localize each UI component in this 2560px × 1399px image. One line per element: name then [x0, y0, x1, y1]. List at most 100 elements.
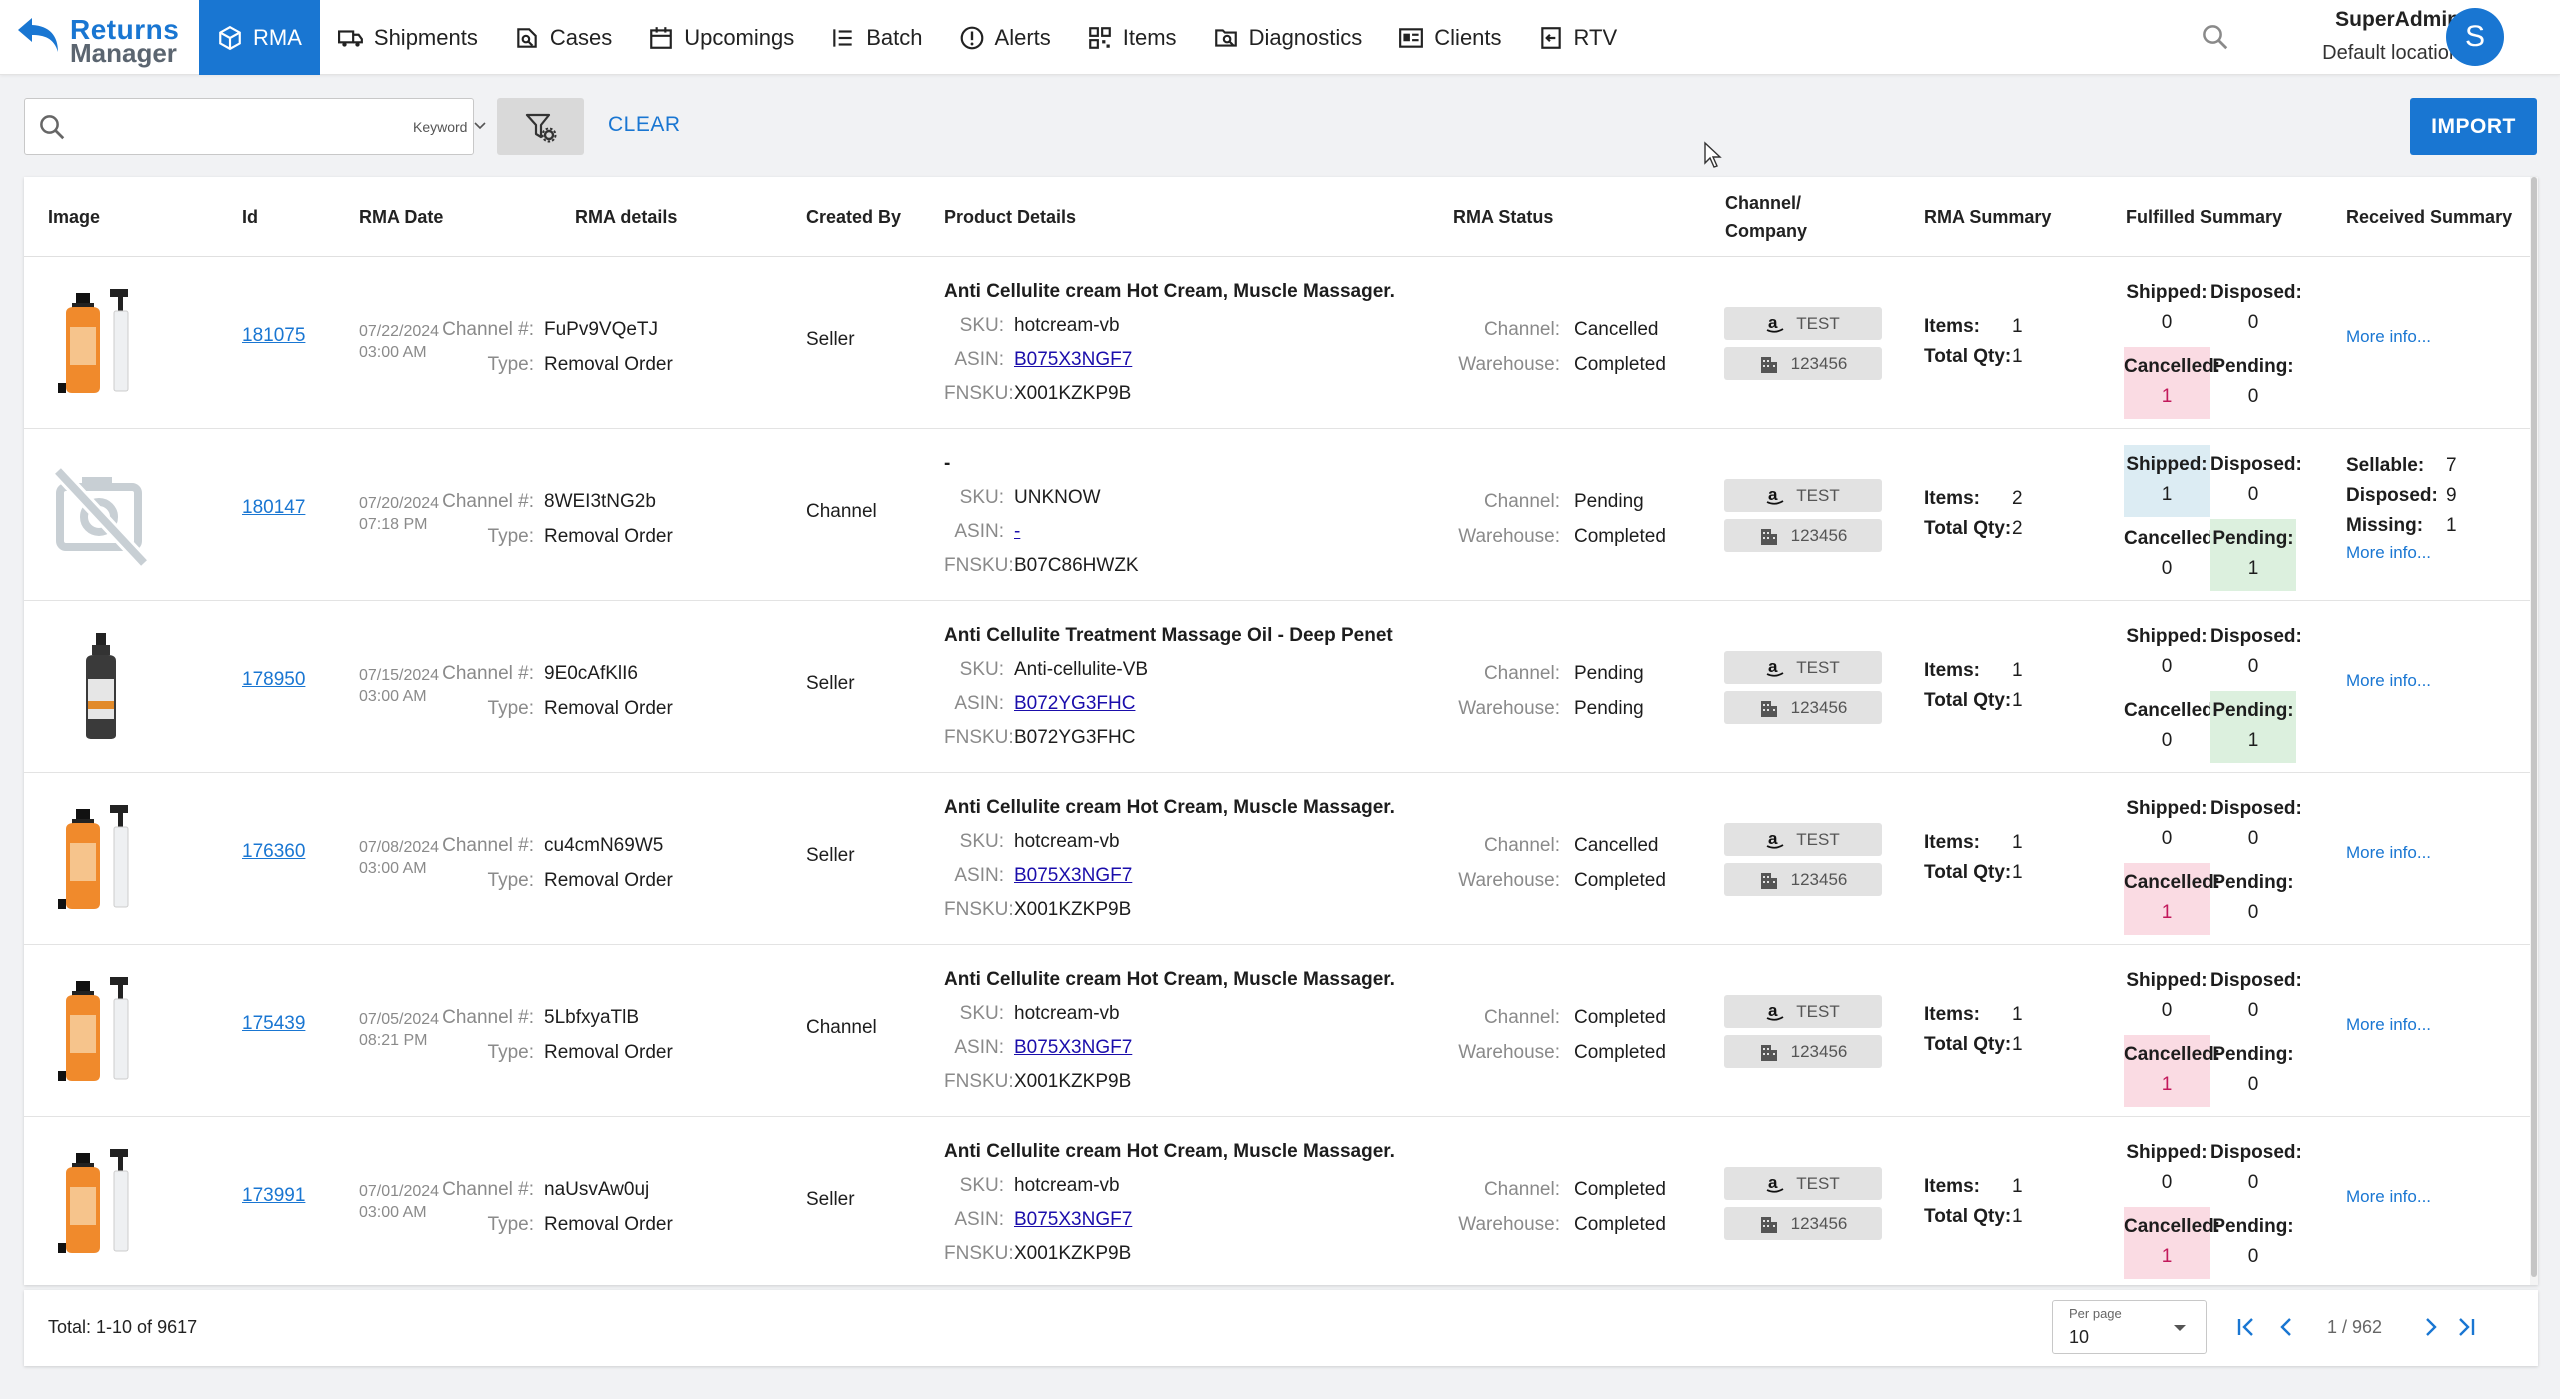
asin-link[interactable]: B072YG3FHC [1014, 687, 1135, 721]
rma-id-link[interactable]: 176360 [242, 841, 305, 863]
clear-button[interactable]: CLEAR [608, 113, 681, 137]
rma-id-link[interactable]: 181075 [242, 325, 305, 347]
rma-id-link[interactable]: 178950 [242, 669, 305, 691]
product-details: - SKU: UNKNOW ASIN: - FNSKU: B07C86HWZK [944, 447, 1394, 583]
col-channel[interactable]: Channel/ [1725, 190, 1801, 217]
col-id[interactable]: Id [242, 204, 258, 231]
more-info-link[interactable]: More info... [2346, 1187, 2431, 1207]
channel-chip: a TEST [1724, 651, 1882, 684]
disposed-label: Disposed: [2210, 626, 2302, 647]
more-info-link[interactable]: More info... [2346, 671, 2431, 691]
table-row[interactable]: 173991 07/01/2024 03:00 AM Channel #: naU… [24, 1117, 2538, 1285]
product-image[interactable] [52, 1147, 152, 1257]
asin-link[interactable]: B075X3NGF7 [1014, 859, 1132, 893]
shipped-box: Shipped: 1 [2124, 445, 2210, 517]
table-row[interactable]: 181075 07/22/2024 03:00 AM Channel #: FuP… [24, 257, 2538, 429]
rma-id-link[interactable]: 173991 [242, 1185, 305, 1207]
filter-settings-button[interactable] [497, 98, 584, 155]
channel-chip: a TEST [1724, 1167, 1882, 1200]
nav-item-shipments[interactable]: Shipments [320, 0, 496, 75]
channel-status: Completed [1574, 1179, 1666, 1200]
product-image[interactable] [52, 287, 152, 397]
col-rma-summary[interactable]: RMA Summary [1924, 204, 2051, 231]
col-fulfilled-summary[interactable]: Fulfilled Summary [2126, 204, 2282, 231]
next-page-button[interactable] [2415, 1312, 2445, 1342]
more-info-link[interactable]: More info... [2346, 843, 2431, 863]
box-icon [219, 25, 241, 50]
search-input[interactable] [77, 109, 377, 145]
company-id: 123456 [1790, 1041, 1848, 1061]
table-row[interactable]: 180147 07/20/2024 07:18 PM Channel #: 8WE… [24, 429, 2538, 601]
created-by: Seller [806, 329, 855, 350]
col-rma-status[interactable]: RMA Status [1453, 204, 1553, 231]
asin-link[interactable]: B075X3NGF7 [1014, 1031, 1132, 1065]
page-indicator: 1 / 962 [2327, 1317, 2383, 1337]
more-info-link[interactable]: More info... [2346, 1015, 2431, 1035]
asin-link[interactable]: B075X3NGF7 [1014, 1203, 1132, 1237]
col-company[interactable]: Company [1725, 218, 1807, 245]
nav-item-batch[interactable]: Batch [812, 0, 940, 75]
search-mode-select[interactable]: Keyword [413, 119, 467, 135]
asin-link[interactable]: B075X3NGF7 [1014, 343, 1132, 377]
user-location[interactable]: Default location [2280, 42, 2460, 65]
sku-label: SKU: [959, 659, 1004, 680]
nav-item-rma[interactable]: RMA [199, 0, 320, 75]
pending-value: 0 [2247, 1074, 2259, 1095]
product-image[interactable] [52, 975, 152, 1085]
col-product-details[interactable]: Product Details [944, 204, 1076, 231]
shipped-value: 0 [2161, 1172, 2173, 1193]
cancelled-value: 0 [2161, 730, 2173, 751]
table-row[interactable]: 175439 07/05/2024 08:21 PM Channel #: 5Lb… [24, 945, 2538, 1117]
table-row[interactable]: 178950 07/15/2024 03:00 AM Channel #: 9E0… [24, 601, 2538, 773]
app-logo[interactable]: Returns Manager [14, 10, 194, 68]
nav-item-alerts[interactable]: Alerts [941, 0, 1069, 75]
amazon-icon: a [1766, 486, 1784, 505]
nav-item-diagnostics[interactable]: Diagnostics [1195, 0, 1381, 75]
pending-value: 0 [2247, 902, 2259, 923]
user-name[interactable]: SuperAdmin [2300, 8, 2460, 32]
col-rma-date[interactable]: RMA Date [359, 204, 443, 231]
rma-id-link[interactable]: 180147 [242, 497, 305, 519]
table-row[interactable]: 176360 07/08/2024 03:00 AM Channel #: cu4… [24, 773, 2538, 945]
product-image[interactable] [52, 803, 152, 913]
col-received-summary[interactable]: Received Summary [2346, 204, 2512, 231]
chevron-down-icon[interactable] [473, 119, 487, 133]
shipped-label: Shipped: [2126, 1142, 2208, 1163]
table-scrollbar-thumb[interactable] [2531, 177, 2537, 1277]
rma-details: Channel #: cu4cmN69W5 Type: Removal Order [414, 828, 754, 898]
last-page-button[interactable] [2450, 1312, 2480, 1342]
col-image[interactable]: Image [48, 204, 100, 231]
rma-status: Channel: Completed Warehouse: Completed [1444, 1172, 1666, 1242]
mouse-cursor-icon [1704, 141, 1722, 168]
pending-box: Pending: 0 [2210, 863, 2296, 935]
product-details: Anti Cellulite cream Hot Cream, Muscle M… [944, 275, 1394, 411]
rma-id-link[interactable]: 175439 [242, 1013, 305, 1035]
first-page-button[interactable] [2232, 1312, 2262, 1342]
nav-item-upcomings[interactable]: Upcomings [630, 0, 812, 75]
col-rma-details[interactable]: RMA details [575, 204, 677, 231]
col-created-by[interactable]: Created By [806, 204, 901, 231]
channel-status: Pending [1574, 491, 1644, 512]
top-navigation-bar: Returns Manager RMA Shipments Cases Upcomin… [0, 0, 2560, 75]
import-button[interactable]: IMPORT [2410, 98, 2537, 155]
asin-link[interactable]: - [1014, 515, 1020, 549]
nav-item-items[interactable]: Items [1069, 0, 1195, 75]
created-by: Seller [806, 1189, 855, 1210]
nav-item-clients[interactable]: Clients [1380, 0, 1519, 75]
building-icon [1760, 1216, 1777, 1233]
calendar-icon [650, 26, 673, 49]
per-page-select[interactable]: Per page 10 [2052, 1300, 2207, 1354]
product-title: - [944, 453, 951, 474]
nav-item-rtv[interactable]: RTV [1520, 0, 1636, 75]
rma-summary: Items: 1 Total Qty: 1 [1924, 1172, 2023, 1232]
more-info-link[interactable]: More info... [2346, 541, 2457, 565]
nav-item-cases[interactable]: Cases [496, 0, 630, 75]
user-avatar[interactable]: S [2446, 8, 2504, 66]
more-info-link[interactable]: More info... [2346, 327, 2431, 347]
global-search-icon[interactable] [2200, 22, 2230, 57]
previous-page-button[interactable] [2272, 1312, 2302, 1342]
product-image[interactable] [52, 631, 152, 741]
filter-gear-icon [525, 113, 556, 142]
channel-chip: a TEST [1724, 995, 1882, 1028]
disposed-label: Disposed: [2210, 454, 2302, 475]
